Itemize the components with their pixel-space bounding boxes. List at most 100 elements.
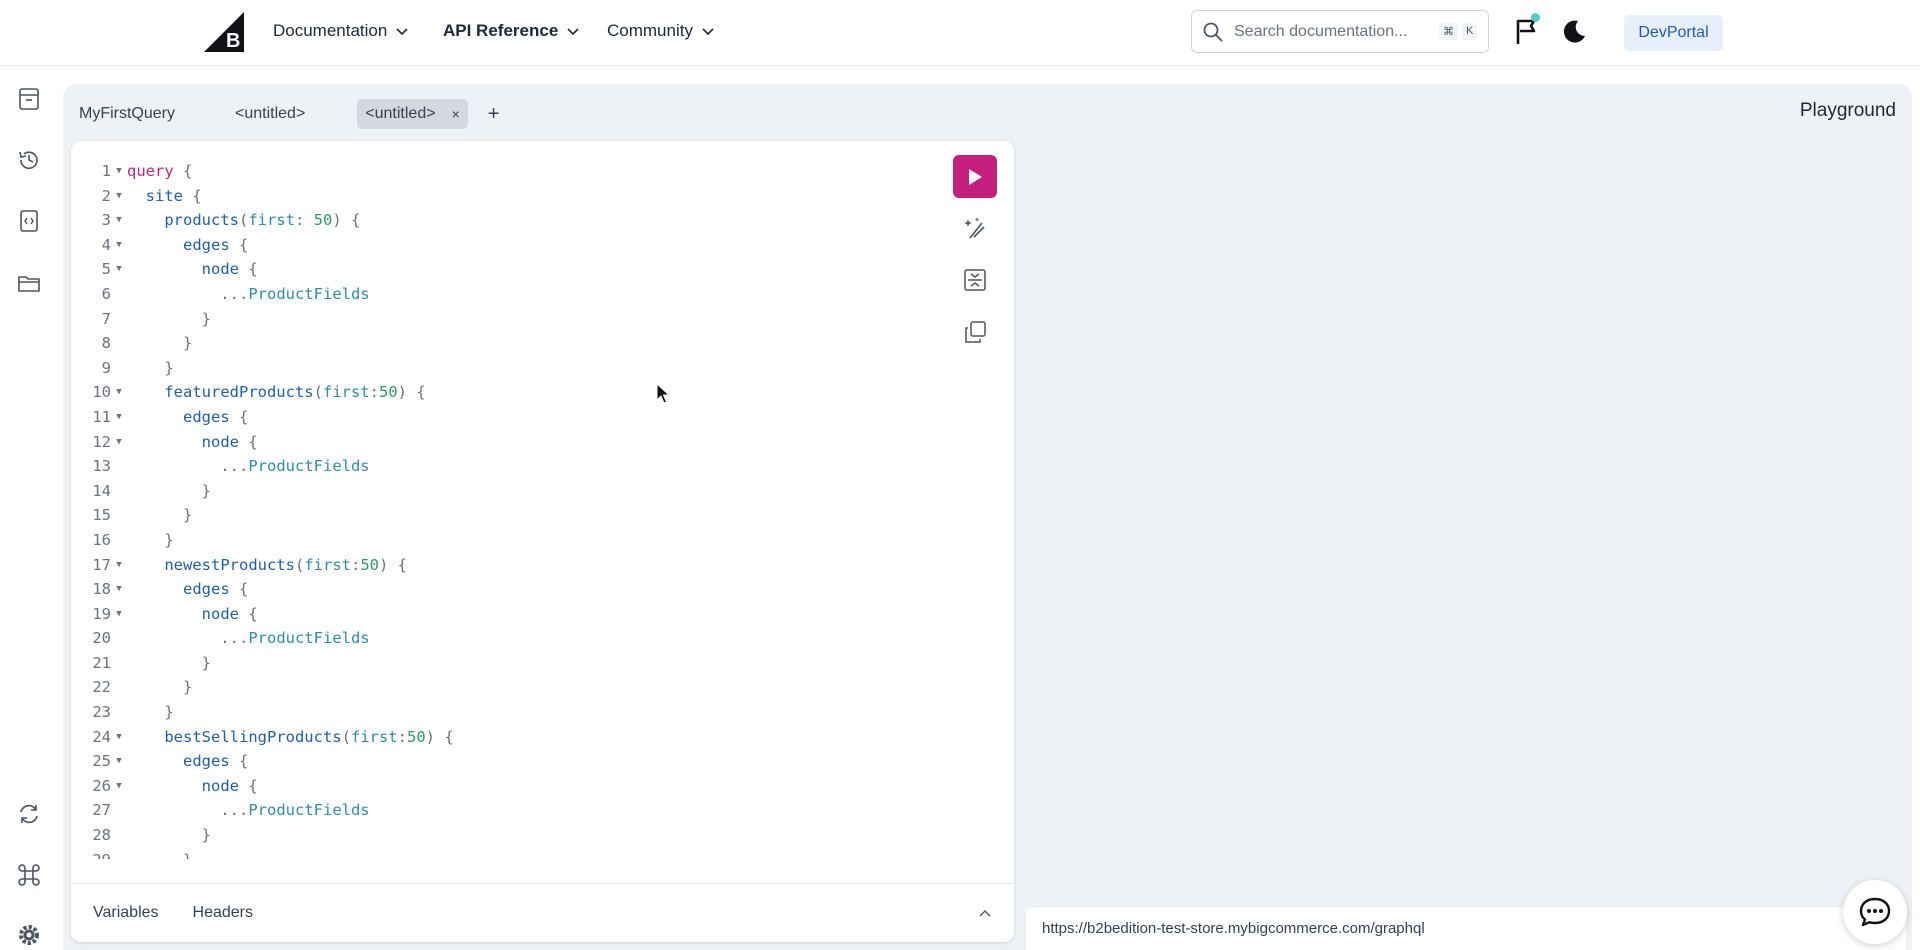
fold-arrow-icon[interactable]: ▼ bbox=[111, 208, 127, 233]
code-line[interactable]: 5 ▼ node { bbox=[71, 257, 931, 282]
code-line[interactable]: 12 ▼ node { bbox=[71, 430, 931, 455]
refresh-icon[interactable] bbox=[16, 801, 42, 827]
code-line[interactable]: 19 ▼ node { bbox=[71, 602, 931, 627]
dark-mode-moon-icon[interactable] bbox=[1560, 18, 1588, 46]
close-tab-icon[interactable]: × bbox=[452, 106, 460, 122]
code-line[interactable]: 9 } bbox=[71, 356, 931, 381]
code-line[interactable]: 20 ...ProductFields bbox=[71, 626, 931, 651]
headers-tab[interactable]: Headers bbox=[191, 900, 255, 926]
code-line[interactable]: 23 } bbox=[71, 700, 931, 725]
copy-query-icon[interactable] bbox=[962, 319, 988, 345]
run-query-button[interactable] bbox=[953, 155, 997, 198]
fold-arrow-icon[interactable]: ▼ bbox=[111, 749, 127, 774]
code-line[interactable]: 11 ▼ edges { bbox=[71, 405, 931, 430]
code-line[interactable]: 17 ▼ newestProducts(first:50) { bbox=[71, 553, 931, 578]
code-line[interactable]: 13 ...ProductFields bbox=[71, 454, 931, 479]
nav-documentation[interactable]: Documentation bbox=[273, 21, 409, 41]
code-line[interactable]: 27 ...ProductFields bbox=[71, 798, 931, 823]
search-input[interactable] bbox=[1234, 22, 1429, 41]
notification-dot bbox=[1531, 13, 1540, 22]
code-line[interactable]: 7 } bbox=[71, 307, 931, 332]
code-line[interactable]: 26 ▼ node { bbox=[71, 774, 931, 799]
code-line[interactable]: 28 } bbox=[71, 823, 931, 848]
chevron-up-icon[interactable] bbox=[976, 904, 994, 922]
code-text: } bbox=[127, 823, 211, 848]
fold-arrow-icon[interactable]: ▼ bbox=[111, 553, 127, 578]
devportal-button[interactable]: DevPortal bbox=[1624, 15, 1723, 51]
fold-arrow-icon[interactable]: ▼ bbox=[111, 430, 127, 455]
nav-community[interactable]: Community bbox=[607, 21, 715, 41]
code-line[interactable]: 8 } bbox=[71, 331, 931, 356]
code-token: } bbox=[183, 506, 193, 525]
docs-icon[interactable] bbox=[16, 86, 42, 112]
code-line[interactable]: 3 ▼ products(first: 50) { bbox=[71, 208, 931, 233]
code-line[interactable]: 16 } bbox=[71, 528, 931, 553]
collections-icon[interactable] bbox=[16, 270, 42, 296]
code-token: } bbox=[201, 481, 211, 500]
fold-arrow-icon[interactable]: ▼ bbox=[111, 233, 127, 258]
prettify-magic-wand-icon[interactable] bbox=[962, 215, 988, 241]
line-number: 11 bbox=[92, 407, 111, 426]
code-token: ( bbox=[313, 383, 323, 402]
fold-arrow-icon[interactable]: ▼ bbox=[111, 257, 127, 282]
line-number: 15 bbox=[92, 506, 111, 525]
code-line[interactable]: 1 ▼ query { bbox=[71, 159, 931, 184]
tab-untitled-2-active[interactable]: <untitled> × bbox=[357, 99, 468, 129]
code-text: } bbox=[127, 356, 173, 381]
code-line[interactable]: 6 ...ProductFields bbox=[71, 282, 931, 307]
code-text: query { bbox=[127, 159, 192, 184]
code-line[interactable]: 22 } bbox=[71, 675, 931, 700]
code-line[interactable]: 24 ▼ bestSellingProducts(first:50) { bbox=[71, 725, 931, 750]
nav-api-reference[interactable]: API Reference bbox=[443, 21, 580, 41]
tab-untitled-1[interactable]: <untitled> bbox=[227, 99, 313, 129]
query-editor[interactable]: 1 ▼ query {2 ▼ site {3 ▼ products(first: 50)… bbox=[71, 159, 931, 859]
endpoint-url-bar[interactable]: https://b2bedition-test-store.mybigcomme… bbox=[1026, 906, 1906, 950]
code-line[interactable]: 21 } bbox=[71, 651, 931, 676]
code-line[interactable]: 4 ▼ edges { bbox=[71, 233, 931, 258]
fold-arrow-icon[interactable]: ▼ bbox=[111, 380, 127, 405]
history-icon[interactable] bbox=[16, 147, 42, 173]
code-line[interactable]: 18 ▼ edges { bbox=[71, 577, 931, 602]
code-text: ...ProductFields bbox=[127, 798, 369, 823]
merge-fragments-icon[interactable] bbox=[962, 267, 988, 293]
line-number: 5 bbox=[101, 260, 111, 279]
search-shortcut: ⌘ K bbox=[1439, 23, 1478, 40]
line-number: 9 bbox=[101, 358, 111, 377]
search-box[interactable]: ⌘ K bbox=[1191, 10, 1489, 53]
code-text: edges { bbox=[127, 405, 248, 430]
code-line[interactable]: 15 } bbox=[71, 503, 931, 528]
fold-arrow-icon[interactable]: ▼ bbox=[111, 774, 127, 799]
code-line[interactable]: 2 ▼ site { bbox=[71, 184, 931, 209]
line-number: 3 bbox=[101, 211, 111, 230]
settings-icon[interactable] bbox=[16, 922, 42, 948]
code-line[interactable]: 14 } bbox=[71, 479, 931, 504]
code-token: site bbox=[145, 186, 183, 205]
editor-footer: Variables Headers bbox=[71, 883, 1014, 942]
fold-arrow-icon[interactable]: ▼ bbox=[111, 184, 127, 209]
code-text: } bbox=[127, 503, 192, 528]
chat-button[interactable] bbox=[1843, 880, 1907, 944]
fold-arrow-icon[interactable]: ▼ bbox=[111, 725, 127, 750]
fold-arrow-icon[interactable]: ▼ bbox=[111, 602, 127, 627]
code-token: ... bbox=[220, 284, 249, 303]
variables-tab[interactable]: Variables bbox=[91, 900, 161, 926]
add-tab-button[interactable]: + bbox=[482, 103, 506, 126]
explorer-icon[interactable] bbox=[16, 208, 42, 234]
bigcommerce-logo[interactable]: B bbox=[204, 12, 244, 52]
shortcuts-icon[interactable] bbox=[16, 862, 42, 888]
code-line[interactable]: 10 ▼ featuredProducts(first:50) { bbox=[71, 380, 931, 405]
fold-arrow-icon[interactable]: ▼ bbox=[111, 159, 127, 184]
code-line[interactable]: 29 } bbox=[71, 848, 931, 859]
code-token: newestProducts bbox=[164, 555, 295, 574]
tab-myfirstquery[interactable]: MyFirstQuery bbox=[71, 99, 183, 129]
fold-arrow-icon[interactable]: ▼ bbox=[111, 577, 127, 602]
fold-arrow-icon[interactable]: ▼ bbox=[111, 405, 127, 430]
code-line[interactable]: 25 ▼ edges { bbox=[71, 749, 931, 774]
